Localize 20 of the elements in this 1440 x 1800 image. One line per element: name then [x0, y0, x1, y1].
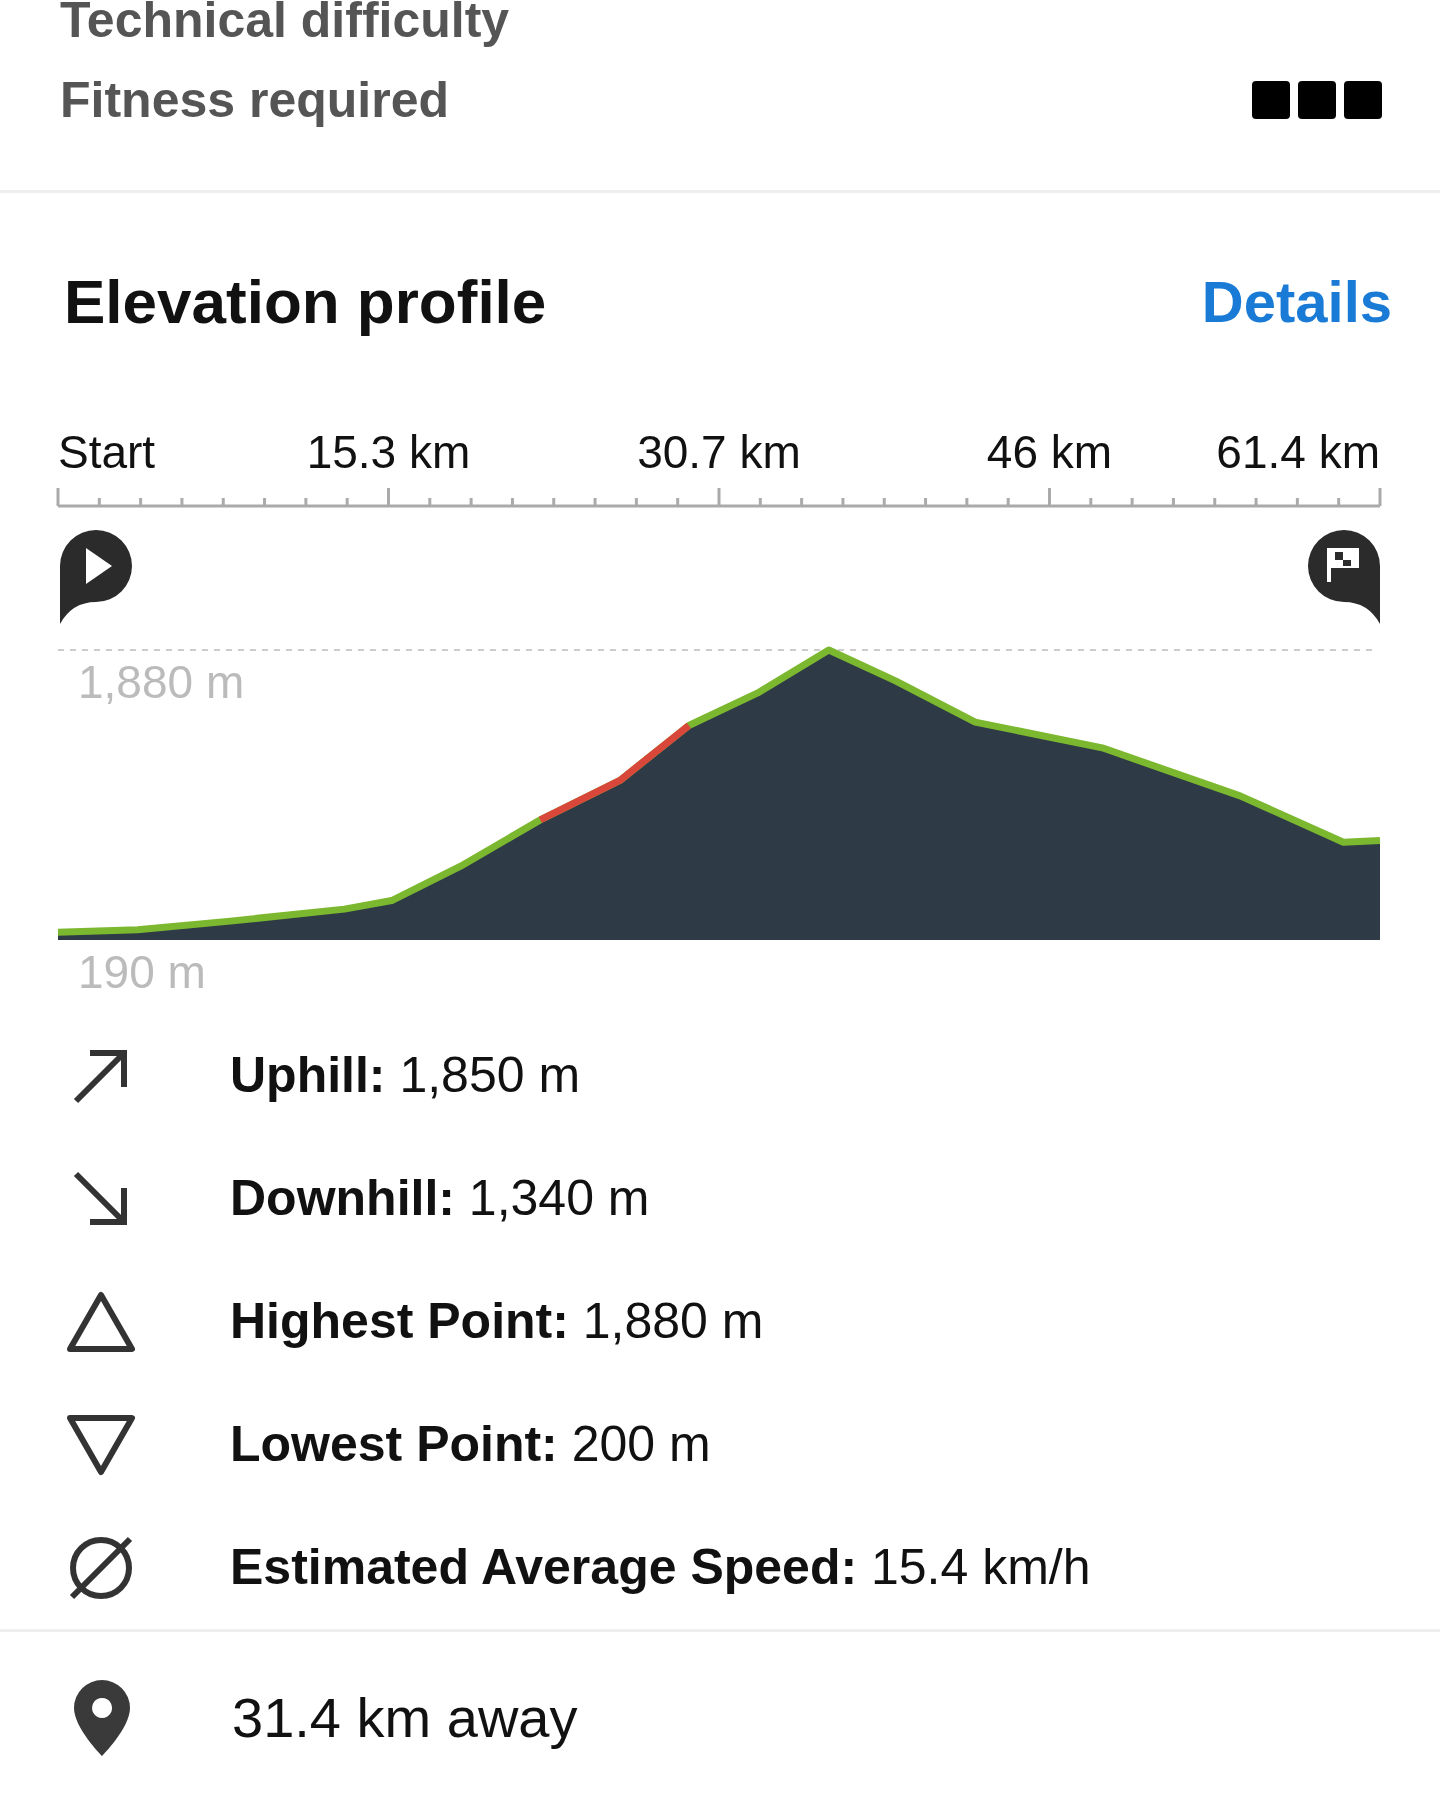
rating-label: Technical difficulty — [60, 0, 510, 49]
stat-text: Downhill: 1,340 m — [230, 1169, 650, 1228]
elevation-label: 190 m — [78, 946, 206, 998]
distance-label: 46 km — [986, 426, 1113, 478]
distance-label: 15.3 km — [306, 426, 471, 478]
location-pin-icon — [72, 1678, 132, 1758]
rating-label: Fitness required — [60, 70, 449, 130]
start-marker-icon — [60, 530, 132, 624]
stat-text: Uphill: 1,850 m — [230, 1046, 581, 1105]
distance-label: Start — [58, 426, 156, 478]
distance-label: 30.7 km — [637, 426, 801, 478]
finish-flag-icon — [1308, 530, 1380, 624]
stat-text: Lowest Point: 200 m — [230, 1415, 711, 1474]
section-title: Elevation profile — [64, 266, 547, 338]
stat-text: Highest Point: 1,880 m — [230, 1292, 764, 1351]
stat-text: Estimated Average Speed: 15.4 km/h — [230, 1538, 1091, 1597]
details-link[interactable]: Details — [1201, 258, 1392, 345]
distance-away: 31.4 km away — [232, 1685, 578, 1751]
distance-label: 61.4 km — [1216, 426, 1380, 478]
elevation-label: 1,880 m — [78, 656, 245, 708]
